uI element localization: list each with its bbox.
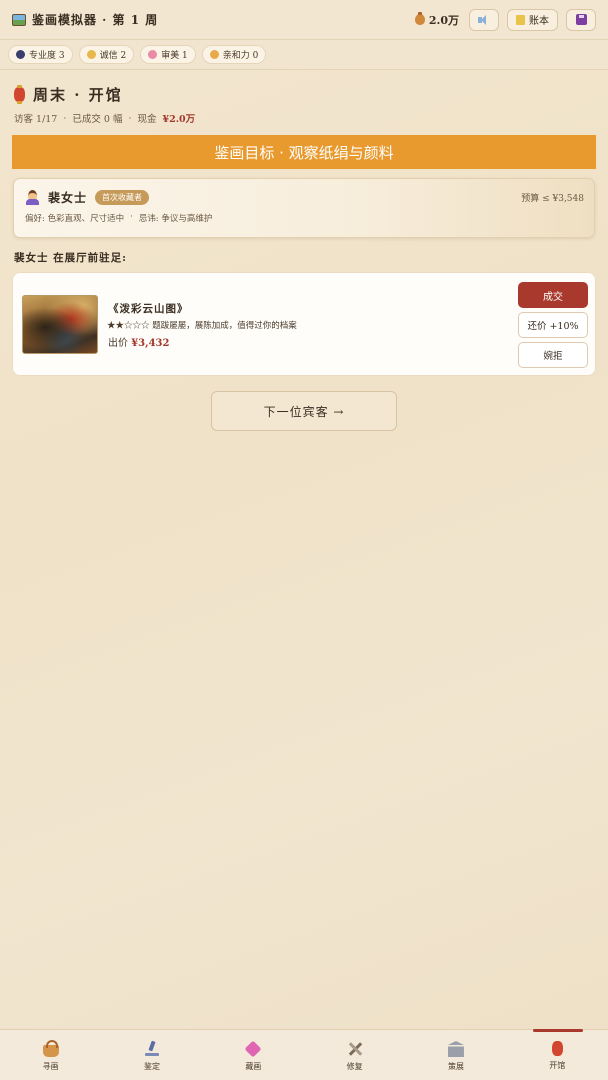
visitor-avoid: 忌讳: 争议与高维护 xyxy=(138,214,213,224)
nav-item-appraise[interactable]: 鉴定 xyxy=(101,1030,202,1080)
smile-icon xyxy=(209,50,219,59)
painting-thumbnail xyxy=(22,295,98,354)
nav-item-collection[interactable]: 藏画 xyxy=(203,1030,304,1080)
ledger-button[interactable]: 账本 xyxy=(507,8,558,31)
nav-item-curate[interactable]: 策展 xyxy=(405,1030,506,1080)
next-visitor-button[interactable]: 下一位宾客 → xyxy=(211,391,397,431)
scene-summary: 访客 1/17 · 已成交 0 幅 · 现金 ¥2.0万 xyxy=(14,111,196,126)
sound-icon xyxy=(478,14,490,25)
stat-label: 专业度 3 xyxy=(29,51,65,61)
stat-chip-expertise: 专业度 3 xyxy=(8,45,73,64)
visitor-badge: 首次收藏者 xyxy=(95,190,150,205)
gem-icon xyxy=(244,1040,262,1058)
stat-chip-affinity: 亲和力 0 xyxy=(201,45,267,64)
ledger-label: 账本 xyxy=(529,16,549,27)
ledger-icon xyxy=(516,14,525,25)
visitor-preference: 偏好: 色彩直观、尺寸适中 xyxy=(25,214,125,224)
save-icon xyxy=(575,14,587,25)
visitor-avatar-icon xyxy=(25,190,40,205)
stat-label: 诚信 2 xyxy=(99,51,127,61)
handshake-icon xyxy=(86,50,96,59)
sold-count: 已成交 0 幅 xyxy=(72,114,123,125)
top-bar: 鉴画模拟器 · 第 1 周 2.0万 账本 xyxy=(0,0,608,40)
lantern-icon xyxy=(14,85,25,104)
nav-label: 策展 xyxy=(447,1062,464,1071)
nav-label: 修复 xyxy=(346,1062,363,1071)
basket-icon xyxy=(42,1040,59,1057)
money-value: 2.0万 xyxy=(428,13,459,27)
stat-chip-aesthetics: 审美 1 xyxy=(140,45,196,64)
visitor-count: 访客 1/17 xyxy=(14,114,58,125)
nav-item-find[interactable]: 寻画 xyxy=(0,1030,101,1080)
stat-label: 审美 1 xyxy=(161,51,188,61)
scene-title: 周末 · 开馆 xyxy=(33,86,123,104)
goal-banner: 鉴画目标 · 观察纸绢与颜料 xyxy=(12,135,596,169)
painting-title: 《泼彩云山图》 xyxy=(108,303,189,315)
separator-dot: · xyxy=(128,112,132,124)
counter-offer-button[interactable]: 还价 +10% xyxy=(518,312,588,338)
painting-price: 出价 ¥3,432 xyxy=(108,334,169,349)
nav-item-open[interactable]: 开馆 xyxy=(507,1029,608,1080)
app-title-text: 鉴画模拟器 · 第 1 周 xyxy=(32,13,159,27)
price-label: 出价 xyxy=(108,338,128,349)
bottom-nav: 寻画 鉴定 藏画 修复 策展 开馆 xyxy=(0,1029,608,1080)
cash-label: 现金 xyxy=(137,114,157,125)
stat-label: 亲和力 0 xyxy=(222,51,259,61)
painting-description: ★★☆☆☆ 题跋屡屡，展陈加成，值得过你的档案 xyxy=(107,321,297,331)
reject-button[interactable]: 婉拒 xyxy=(518,342,588,368)
lantern-icon xyxy=(551,1041,563,1056)
separator-dot: · xyxy=(63,112,67,124)
nav-label: 鉴定 xyxy=(143,1062,160,1071)
scene-header: 周末 · 开馆 访客 1/17 · 已成交 0 幅 · 现金 ¥2.0万 xyxy=(14,84,195,125)
cash-value: ¥2.0万 xyxy=(162,114,196,125)
separator-dot: · xyxy=(130,212,133,222)
visitor-prompt: 裴女士 在展厅前驻足: xyxy=(14,252,128,264)
tools-icon xyxy=(347,1041,363,1057)
visitor-budget: 预算 ≤ ¥3,548 xyxy=(521,194,584,204)
visitor-name: 裴女士 xyxy=(48,191,88,205)
museum-icon xyxy=(447,1041,464,1057)
microscope-icon xyxy=(144,1041,160,1057)
money-bag-icon xyxy=(414,12,425,25)
flower-icon xyxy=(148,50,158,59)
price-value: ¥3,432 xyxy=(131,338,170,349)
stats-bar: 专业度 3 诚信 2 审美 1 亲和力 0 xyxy=(0,40,608,70)
nav-item-restore[interactable]: 修复 xyxy=(304,1030,405,1080)
app-title: 鉴画模拟器 · 第 1 周 xyxy=(12,11,158,28)
money-display: 2.0万 xyxy=(414,12,459,28)
painting-logo-icon xyxy=(12,13,26,26)
sound-button[interactable] xyxy=(469,8,499,31)
nav-label: 开馆 xyxy=(549,1061,566,1070)
save-button[interactable] xyxy=(566,8,596,31)
nav-label: 寻画 xyxy=(42,1062,59,1071)
nav-label: 藏画 xyxy=(245,1062,262,1071)
stat-chip-integrity: 诚信 2 xyxy=(78,45,135,64)
graduation-cap-icon xyxy=(16,50,25,59)
deal-button[interactable]: 成交 xyxy=(518,282,588,308)
offer-card: 《泼彩云山图》 ★★☆☆☆ 题跋屡屡，展陈加成，值得过你的档案 出价 ¥3,43… xyxy=(12,272,596,376)
visitor-card: 裴女士 首次收藏者 预算 ≤ ¥3,548 偏好: 色彩直观、尺寸适中 · 忌讳… xyxy=(13,178,595,238)
